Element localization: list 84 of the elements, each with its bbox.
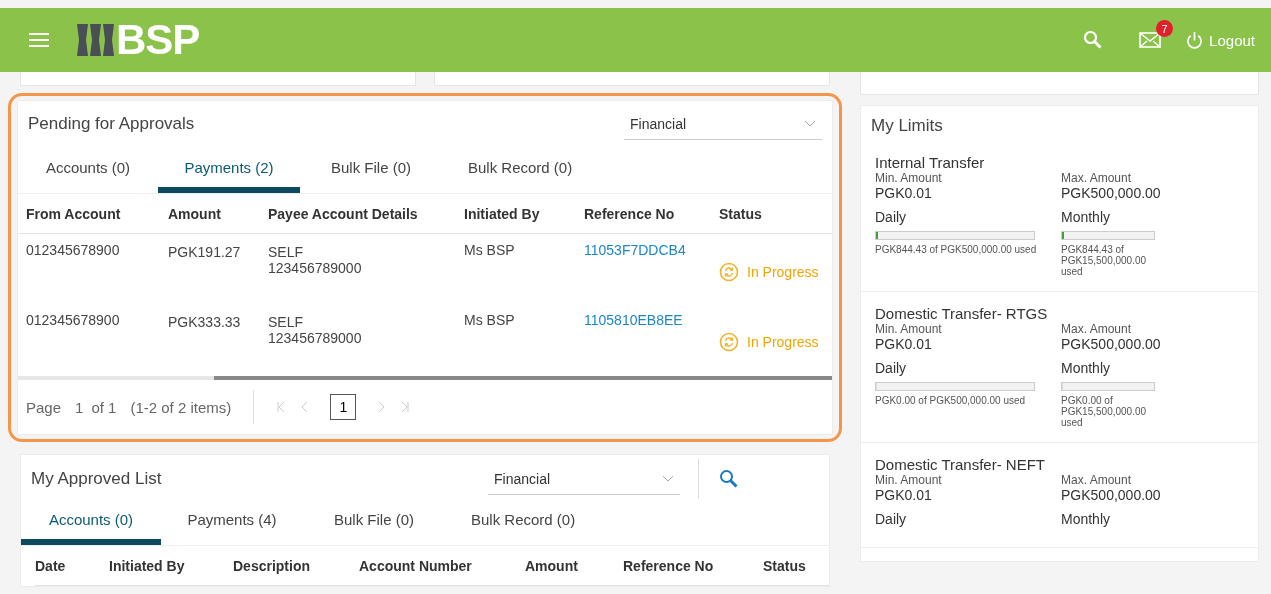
card-title: My Limits (870, 115, 944, 137)
page-button[interactable]: 1 (330, 394, 357, 420)
column-header: From Account (18, 194, 160, 234)
field-value: PGK500,000.00 (1061, 487, 1162, 503)
chevron-down-icon (804, 120, 816, 127)
usage-text: PGK844.43 of PGK15,500,000.00 used (1061, 244, 1148, 277)
category-dropdown[interactable]: Financial (488, 463, 680, 495)
period-label: Monthly (1061, 511, 1112, 527)
table-cell-text: PGK333.33 (167, 313, 242, 332)
field-label: Max. Amount (1061, 171, 1133, 185)
column-header: Amount (160, 194, 260, 234)
field-label: Max. Amount (1061, 473, 1133, 487)
field-label: Min. Amount (875, 473, 943, 487)
field-value: PGK0.01 (875, 185, 933, 201)
tab[interactable]: Accounts (0) (18, 147, 158, 193)
column-header: Status (763, 546, 829, 586)
period-label: Daily (875, 360, 908, 376)
usage-text: PGK0.00 of PGK500,000.00 used (875, 395, 1027, 406)
tab[interactable]: Bulk File (0) (303, 499, 445, 545)
usage-text: PGK844.43 of PGK500,000.00 used (875, 244, 1038, 255)
period-label: Monthly (1061, 209, 1112, 225)
field-label: Min. Amount (875, 171, 943, 185)
period-label: Monthly (1061, 360, 1112, 376)
mail-icon[interactable] (1139, 32, 1162, 48)
chevron-down-icon (662, 475, 674, 482)
table-cell-text: Ms BSP (463, 241, 516, 260)
page-number: 1 (75, 398, 84, 416)
tab[interactable]: Bulk Record (0) (445, 499, 602, 545)
column-header: Reference No (576, 194, 711, 234)
column-header: Status (711, 194, 832, 234)
next-page-icon[interactable] (376, 401, 387, 413)
brand-logo: BSP (116, 16, 200, 64)
tab[interactable]: Payments (4) (161, 499, 303, 545)
table-cell-text: SELF 123456789000 (267, 243, 363, 278)
field-value: PGK0.01 (875, 336, 933, 352)
field-value: PGK500,000.00 (1061, 336, 1162, 352)
column-header: Reference No (623, 546, 763, 586)
category-dropdown[interactable]: Financial (624, 108, 822, 140)
table-cell-text: 012345678900 (25, 241, 121, 260)
column-header: Payee Account Details (260, 194, 456, 234)
notification-badge: 7 (1156, 20, 1174, 37)
field-value: PGK0.01 (875, 487, 933, 503)
card-title: My Approved List (31, 469, 163, 489)
page-label: Page (26, 398, 62, 416)
limit-name: Internal Transfer (875, 154, 986, 171)
tab[interactable]: Bulk Record (0) (442, 147, 599, 193)
field-label: Max. Amount (1061, 322, 1133, 336)
column-header: Account Number (359, 546, 525, 586)
search-icon[interactable] (719, 469, 739, 489)
table-cell-text: SELF 123456789000 (267, 313, 363, 348)
column-header: Initiated By (456, 194, 576, 234)
column-header: Initiated By (109, 546, 233, 586)
reference-link[interactable]: 11053F7DDCB4 (584, 242, 686, 258)
first-page-icon[interactable] (276, 401, 287, 413)
search-icon[interactable] (1083, 30, 1104, 50)
limit-name: Domestic Transfer- RTGS (875, 305, 1049, 322)
menu-icon[interactable] (28, 32, 50, 48)
field-label: Min. Amount (875, 322, 943, 336)
page-total: of 1 (91, 398, 117, 416)
scrollbar[interactable] (18, 376, 832, 380)
card-title: Pending for Approvals (28, 114, 196, 134)
period-label: Daily (875, 209, 908, 225)
period-label: Daily (875, 511, 908, 527)
power-icon (1185, 30, 1205, 50)
tab[interactable]: Bulk File (0) (300, 147, 442, 193)
column-header: Description (233, 546, 359, 586)
limit-name: Domestic Transfer- NEFT (875, 456, 1047, 473)
table-cell-text: Ms BSP (463, 311, 516, 330)
drum-logo-icon (76, 21, 114, 59)
item-count: (1-2 of 2 items) (130, 398, 232, 416)
column-header: Amount (525, 546, 623, 586)
last-page-icon[interactable] (400, 401, 411, 413)
status-text: In Progress (747, 334, 819, 350)
table-cell-text: PGK191.27 (167, 243, 242, 262)
usage-text: PGK0.00 of PGK15,500,000.00 used (1061, 395, 1148, 428)
refresh-icon (719, 332, 739, 352)
column-header: Date (35, 546, 109, 586)
status-text: In Progress (747, 264, 819, 280)
reference-link[interactable]: 1105810EB8EE (584, 312, 683, 328)
field-value: PGK500,000.00 (1061, 185, 1162, 201)
tab[interactable]: Payments (2) (158, 147, 300, 193)
refresh-icon (719, 262, 739, 282)
table-cell-text: 012345678900 (25, 311, 121, 330)
tab[interactable]: Accounts (0) (21, 499, 161, 545)
